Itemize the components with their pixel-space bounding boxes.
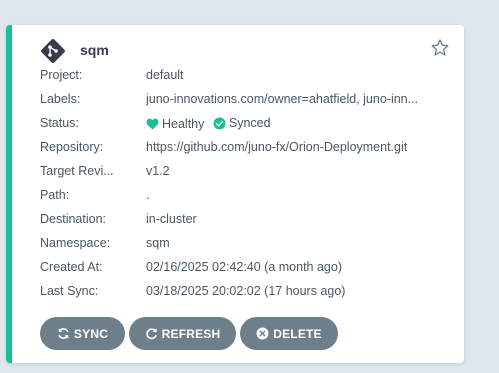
sync-status[interactable]: Synced [213,116,271,130]
refresh-button-label: REFRESH [161,326,221,341]
health-accent-bar [6,25,12,363]
detail-value: . [146,188,150,202]
check-circle-icon [213,117,226,129]
detail-value: juno-innovations.com/owner=ahatfield, ju… [146,92,419,106]
delete-button-label: DELETE [273,326,322,341]
health-label: Healthy [162,116,205,131]
detail-value: sqm [146,236,170,250]
detail-value: in-cluster [146,212,197,226]
repository-link[interactable]: https://github.com/juno-fx/Orion-Deploym… [146,140,462,154]
git-icon [41,39,65,63]
sync-button[interactable]: SYNC [40,317,125,350]
app-name[interactable]: sqm [80,42,109,58]
detail-value: 02/16/2025 02:42:40 (a month ago) [146,260,342,274]
detail-value: default [146,68,184,82]
detail-value: 03/18/2025 20:02:02 (17 hours ago) [146,284,346,298]
favorite-star-icon[interactable] [430,38,450,58]
detail-key: Labels: [40,92,81,106]
detail-key: Namespace: [40,236,111,250]
detail-key: Repository: [40,140,104,154]
detail-key: Project: [40,68,83,82]
status-value: Healthy Synced [146,116,462,133]
detail-key: Last Sync: [40,284,99,298]
detail-key: Target Revi... [40,164,114,178]
sync-button-label: SYNC [73,326,109,341]
detail-key: Created At: [40,260,103,274]
refresh-icon [145,328,157,340]
times-circle-icon [256,327,269,340]
health-status[interactable]: Healthy [146,117,204,131]
detail-value: v1.2 [146,164,170,178]
sync-icon [58,328,69,339]
heart-icon [146,118,159,129]
application-card[interactable]: sqm Project: default Labels: juno-innova… [6,25,464,363]
refresh-button[interactable]: REFRESH [129,317,236,350]
delete-button[interactable]: DELETE [240,317,338,350]
detail-key: Status: [40,116,79,130]
detail-key: Path: [40,188,70,202]
sync-label: Synced [228,116,271,130]
detail-key: Destination: [40,212,107,226]
